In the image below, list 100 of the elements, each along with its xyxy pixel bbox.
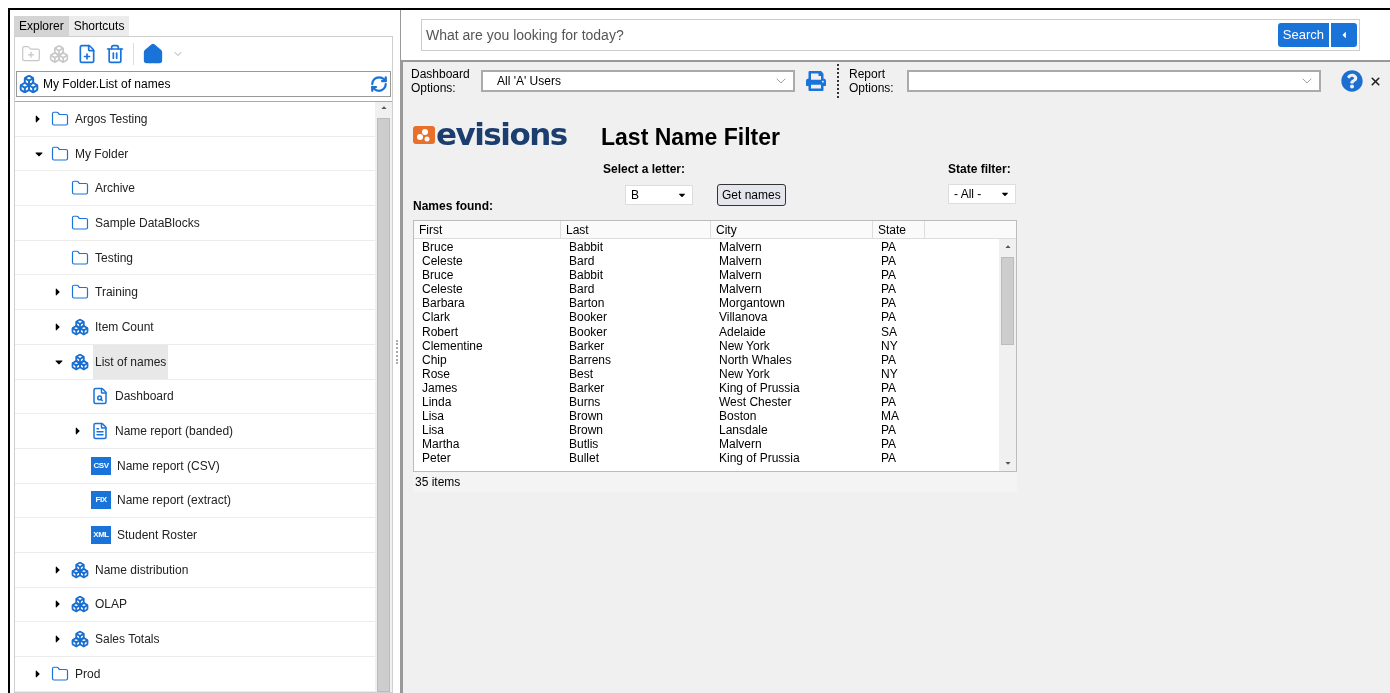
file-type-icon: FIX bbox=[91, 491, 111, 510]
table-cell-text: Linda bbox=[421, 395, 453, 410]
tree-item[interactable]: Prod bbox=[73, 656, 103, 691]
table-cell-text: Malvern bbox=[718, 437, 763, 452]
dashboard-title: Last Name Filter bbox=[601, 122, 780, 152]
table-cell-text: Barrens bbox=[568, 352, 613, 367]
print-icon[interactable] bbox=[805, 71, 827, 91]
tree-item[interactable]: Archive bbox=[93, 171, 137, 206]
table-cell-text: PA bbox=[880, 380, 898, 396]
sidebar-tab[interactable]: Explorer bbox=[14, 16, 69, 36]
table-cell-text: PA bbox=[880, 240, 898, 255]
splitter-handle[interactable] bbox=[395, 339, 398, 364]
table-cell-text: Burns bbox=[568, 395, 602, 410]
table-cell-text: Brown bbox=[568, 409, 604, 424]
table-cell-text: PA bbox=[880, 254, 898, 269]
scroll-thumb[interactable] bbox=[1001, 257, 1014, 345]
table-cell-text: Rose bbox=[421, 366, 451, 381]
table-cell-text: Malvern bbox=[718, 282, 763, 297]
scroll-down-icon[interactable] bbox=[1003, 459, 1012, 467]
table-cell-text: PA bbox=[880, 268, 898, 283]
table-cell-text: NY bbox=[880, 366, 899, 381]
table-cell-text: Barton bbox=[568, 296, 606, 311]
column-header[interactable]: City bbox=[711, 221, 873, 238]
letter-dropdown[interactable]: B bbox=[625, 185, 693, 205]
tree-item[interactable]: Sample DataBlocks bbox=[93, 205, 202, 240]
close-icon[interactable] bbox=[1369, 74, 1382, 88]
table-cell-text: Martha bbox=[421, 437, 461, 452]
table-cell-text: Clark bbox=[421, 310, 451, 325]
home-icon[interactable] bbox=[142, 43, 164, 65]
folder-icon bbox=[51, 144, 69, 163]
tree-item[interactable]: Name report (banded) bbox=[113, 414, 236, 449]
tree-item[interactable]: My Folder bbox=[73, 136, 131, 171]
table-cell-text: Chip bbox=[421, 352, 448, 367]
table-cell-text: New York bbox=[718, 366, 771, 381]
table-cell-text: New York bbox=[718, 338, 771, 353]
table-cell-text: Morgantown bbox=[718, 296, 787, 311]
tree-item[interactable]: Student Roster bbox=[115, 518, 200, 553]
folder-icon bbox=[71, 213, 89, 232]
column-header[interactable]: First bbox=[414, 221, 561, 238]
scrollbar[interactable] bbox=[375, 102, 392, 692]
help-icon[interactable] bbox=[1341, 70, 1363, 92]
document-icon bbox=[91, 422, 109, 441]
table-cell-text: Clementine bbox=[421, 338, 484, 353]
scroll-up-icon[interactable] bbox=[379, 104, 388, 112]
table-cell-text: James bbox=[421, 380, 459, 396]
table-cell-text: Lisa bbox=[421, 409, 445, 424]
tree-item[interactable]: OLAP bbox=[93, 587, 129, 622]
cubes-icon bbox=[71, 317, 89, 336]
folder-icon bbox=[71, 248, 89, 267]
letter-label: Select a letter: bbox=[603, 161, 687, 178]
column-header[interactable]: Last bbox=[561, 221, 711, 238]
table-cell-text: Barker bbox=[568, 338, 606, 353]
logo-text: evisions bbox=[436, 119, 567, 150]
item-count: 35 items bbox=[415, 474, 461, 491]
tree-item[interactable]: Testing bbox=[93, 240, 136, 275]
table-cell-text: Best bbox=[568, 366, 594, 381]
folder-icon bbox=[51, 109, 69, 128]
tree-item[interactable]: Name report (CSV) bbox=[115, 448, 222, 483]
tree-item[interactable]: Argos Testing bbox=[73, 102, 150, 136]
table-cell-text: King of Prussia bbox=[718, 451, 801, 466]
tree-item[interactable]: Dashboard bbox=[113, 379, 176, 414]
tree-item[interactable]: Training bbox=[93, 275, 140, 310]
search-button[interactable]: Search bbox=[1277, 23, 1329, 47]
table-cell-text: Bard bbox=[568, 254, 596, 269]
new-file-icon[interactable] bbox=[77, 44, 97, 64]
table-cell-text: Brown bbox=[568, 423, 604, 438]
table-cell-text: PA bbox=[880, 451, 898, 466]
scroll-thumb[interactable] bbox=[377, 118, 390, 692]
tree-item[interactable]: Name report (extract) bbox=[115, 483, 234, 518]
delete-icon[interactable] bbox=[105, 44, 125, 64]
dashboard-options-dropdown[interactable]: All 'A' Users bbox=[481, 70, 795, 92]
tree-item[interactable]: Name distribution bbox=[93, 552, 191, 587]
state-dropdown[interactable]: - All - bbox=[948, 184, 1016, 204]
report-options-label: Report Options: bbox=[849, 67, 895, 95]
table-cell-text: Robert bbox=[421, 324, 460, 339]
tree-item[interactable]: List of names bbox=[93, 344, 169, 379]
table-cell-text: Malvern bbox=[718, 268, 763, 283]
collapse-button[interactable] bbox=[1331, 23, 1357, 47]
sidebar-tab[interactable]: Shortcuts bbox=[68, 16, 130, 36]
path-text: My Folder.List of names bbox=[43, 76, 172, 93]
folder-icon bbox=[71, 283, 89, 302]
get-names-button[interactable]: Get names bbox=[717, 184, 786, 206]
table-cell-text: Booker bbox=[568, 324, 609, 339]
scroll-up-icon[interactable] bbox=[1003, 243, 1012, 251]
file-type-icon: CSV bbox=[91, 456, 111, 475]
refresh-icon[interactable] bbox=[370, 75, 388, 93]
table-cell-text: PA bbox=[880, 437, 898, 452]
table-scrollbar[interactable] bbox=[999, 239, 1016, 471]
column-header[interactable]: State bbox=[873, 221, 925, 238]
tree-item[interactable]: Sales Totals bbox=[93, 622, 162, 657]
tree-item[interactable]: Item Count bbox=[93, 309, 156, 344]
table-cell-text: PA bbox=[880, 423, 898, 438]
table-cell-text: Boston bbox=[718, 409, 758, 424]
dashboard-options-label: Dashboard Options: bbox=[411, 67, 471, 95]
path-field[interactable]: My Folder.List of names bbox=[16, 71, 391, 97]
state-filter-label: State filter: bbox=[948, 161, 1012, 178]
search-field[interactable]: What are you looking for today? Search bbox=[421, 19, 1360, 51]
table-cell-text: Celeste bbox=[421, 282, 464, 297]
table-cell-text: PA bbox=[880, 310, 898, 325]
table-cell-text: Babbit bbox=[568, 268, 605, 283]
